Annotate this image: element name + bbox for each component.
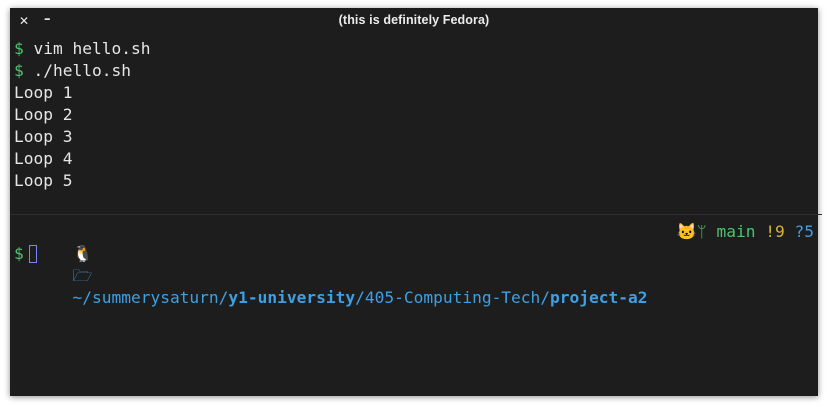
path-current-dir: project-a2 [550, 288, 648, 307]
command-line: $ vim hello.sh [14, 38, 818, 60]
output-line: Loop 3 [14, 127, 73, 146]
command-text: ./hello.sh [23, 61, 131, 80]
output-line: Loop 2 [14, 105, 73, 124]
git-status: 🐱ᛘ main !9 ?5 [677, 221, 814, 243]
input-line[interactable]: $ [14, 243, 818, 265]
github-icon: 🐱 [676, 222, 698, 241]
untracked-count: ?5 [794, 222, 815, 241]
command-text: vim hello.sh [23, 39, 151, 58]
git-branch-icon: ᛘ [697, 222, 707, 241]
prompt-symbol: $ [14, 39, 24, 58]
branch-name: main [716, 222, 756, 241]
command-line: $ ./hello.sh [14, 60, 818, 82]
terminal-area[interactable]: $ vim hello.sh $ ./hello.sh Loop 1 Loop … [10, 38, 822, 396]
divider [10, 214, 822, 215]
modified-count: !9 [765, 222, 785, 241]
path-prefix: ~/summerysaturn/ [72, 288, 229, 307]
shell-prompt: 🐧 🗁 ~/summerysaturn/y1-university/405-Co… [14, 221, 818, 307]
terminal-window: ✕ – (this is definitely Fedora) $ vim he… [10, 8, 822, 396]
output-line: Loop 4 [14, 149, 73, 168]
title-bar[interactable]: ✕ – (this is definitely Fedora) [10, 8, 818, 34]
current-path: ~/summerysaturn/y1-university/405-Comput… [72, 288, 647, 307]
path-segment: /405-Computing-Tech/ [355, 288, 551, 307]
path-segment: y1-university [228, 288, 356, 307]
prompt-symbol: $ [14, 61, 24, 80]
output-line: Loop 5 [14, 171, 73, 190]
linux-tux-icon: 🐧 [72, 244, 93, 263]
window-title: (this is definitely Fedora) [338, 13, 490, 27]
output-line: Loop 1 [14, 83, 73, 102]
folder-open-icon: 🗁 [72, 266, 93, 285]
